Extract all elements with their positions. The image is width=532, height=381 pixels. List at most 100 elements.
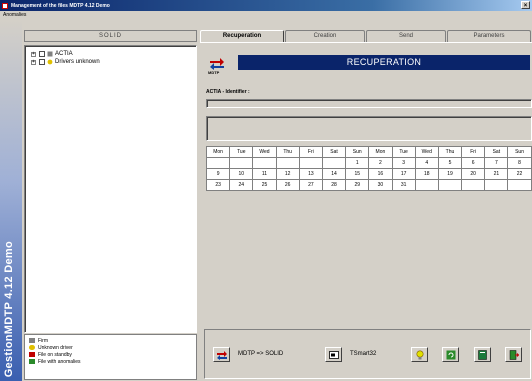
calendar-day-cell[interactable]: 13: [298, 168, 323, 180]
legend-item-file-standby: File on standby: [29, 351, 192, 358]
recuperation-banner: RECUPERATION: [238, 55, 530, 70]
calendar-week-row: 23 24 25 26 27 28 29 30 31: [205, 179, 532, 191]
calendar-day-cell[interactable]: 18: [414, 168, 439, 180]
calendar-day-cell[interactable]: [507, 179, 532, 191]
tree-node-label: Drivers unknown: [55, 59, 100, 65]
refresh-button[interactable]: [442, 347, 459, 362]
calendar-day-cell[interactable]: 10: [229, 168, 254, 180]
calendar-day-cell[interactable]: 29: [345, 179, 370, 191]
file-anomalies-icon: [29, 359, 35, 364]
calendar-week-row: 9 10 11 12 13 14 15 16 17 18 19 20 21 22: [205, 168, 532, 180]
exit-button[interactable]: [505, 347, 522, 362]
calendar-day-cell[interactable]: [437, 179, 463, 191]
expand-icon[interactable]: +: [31, 51, 36, 57]
weekday-header: Fri: [461, 146, 486, 158]
solid-tree[interactable]: + ACTIA + Drivers unknown: [24, 45, 197, 333]
tsmart-label: TSmart32: [350, 351, 377, 357]
weekday-header: Tue: [229, 146, 254, 158]
mdtp-logo: MDTP: [208, 57, 226, 77]
calendar-day-cell[interactable]: 3: [391, 157, 416, 169]
file-standby-icon: [29, 352, 35, 357]
calendar-day-cell[interactable]: 15: [345, 168, 370, 180]
calendar-day-cell[interactable]: 27: [298, 179, 323, 191]
unknown-driver-icon: [29, 345, 35, 350]
calendar-day-cell[interactable]: [321, 157, 347, 169]
weekday-header: Thu: [275, 146, 300, 158]
calendar-day-cell[interactable]: 4: [414, 157, 439, 169]
calendar-day-cell[interactable]: 30: [368, 179, 393, 191]
tab-send[interactable]: Send: [366, 30, 446, 42]
calendar-day-cell[interactable]: 28: [321, 179, 347, 191]
calendar-day-cell[interactable]: [205, 157, 231, 169]
tab-recuperation[interactable]: Recuperation: [200, 30, 284, 42]
identifier-label: ACTIA - Identifier :: [206, 89, 250, 95]
calendar-grid[interactable]: Mon Tue Wed Thu Fri Sat Sun Mon Tue Wed …: [205, 146, 532, 191]
calendar-day-cell[interactable]: [484, 179, 509, 191]
calendar-day-cell[interactable]: 7: [484, 157, 509, 169]
legend-label: File on standby: [38, 351, 72, 358]
legend-label: File with anomalies: [38, 358, 81, 365]
expand-icon[interactable]: +: [31, 59, 36, 65]
calendar-day-cell[interactable]: 20: [461, 168, 486, 180]
legend-label: Unknown driver: [38, 344, 73, 351]
window-title-bar: Management of the files MDTP 4.12 Demo ×: [0, 0, 532, 11]
calendar-day-cell[interactable]: [229, 157, 254, 169]
action-bar: MDTP => SOLID TSmart32: [204, 329, 531, 379]
calendar-day-cell[interactable]: 12: [275, 168, 300, 180]
close-button[interactable]: ×: [521, 1, 530, 9]
weekday-header: Sat: [321, 146, 347, 158]
weekday-header: Wed: [252, 146, 277, 158]
side-banner-text: GestionMDTP 4.12 Demo: [3, 240, 15, 377]
calendar-day-cell[interactable]: 9: [205, 168, 231, 180]
tab-creation[interactable]: Creation: [285, 30, 365, 42]
card-reader-icon: [328, 350, 339, 359]
calendar-day-cell[interactable]: 17: [391, 168, 416, 180]
tsmart-button[interactable]: [325, 347, 342, 362]
weekday-header: Wed: [414, 146, 439, 158]
calendar-day-cell[interactable]: 22: [507, 168, 532, 180]
calendar-day-cell[interactable]: 25: [252, 179, 277, 191]
weekday-header: Fri: [298, 146, 323, 158]
calendar-day-cell[interactable]: 11: [252, 168, 277, 180]
calendar-day-cell[interactable]: 31: [391, 179, 416, 191]
calendar-day-cell[interactable]: 5: [437, 157, 463, 169]
identifier-field[interactable]: [206, 99, 532, 108]
weekday-header: Tue: [391, 146, 416, 158]
calendar-day-cell[interactable]: [298, 157, 323, 169]
book-icon: [478, 349, 487, 360]
calendar-day-cell[interactable]: 19: [437, 168, 463, 180]
calendar-day-cell[interactable]: 26: [275, 179, 300, 191]
calendar-day-cell[interactable]: 8: [507, 157, 532, 169]
exit-door-icon: [509, 349, 519, 360]
calendar-day-cell[interactable]: 16: [368, 168, 393, 180]
mdtp-to-solid-button[interactable]: [213, 347, 230, 362]
recuperation-panel: MDTP RECUPERATION ACTIA - Identifier : M…: [200, 42, 532, 381]
calendar-day-cell[interactable]: [275, 157, 300, 169]
calendar-day-cell[interactable]: [414, 179, 439, 191]
tree-node-drivers-unknown[interactable]: + Drivers unknown: [31, 58, 190, 66]
menu-item-anomalies[interactable]: Anomalies: [3, 12, 26, 18]
calendar-day-cell[interactable]: 14: [321, 168, 347, 180]
driver-button[interactable]: [411, 347, 428, 362]
checkbox-icon[interactable]: [39, 51, 45, 57]
calendar-day-cell[interactable]: 6: [461, 157, 486, 169]
tree-node-actia[interactable]: + ACTIA: [31, 50, 190, 58]
identifier-details-field[interactable]: [206, 116, 532, 141]
calendar-day-cell[interactable]: 21: [484, 168, 509, 180]
book-button[interactable]: [474, 347, 491, 362]
tab-parameters[interactable]: Parameters: [447, 30, 531, 42]
calendar-day-cell[interactable]: [252, 157, 277, 169]
checkbox-icon[interactable]: [39, 59, 45, 65]
calendar-day-cell[interactable]: 2: [368, 157, 393, 169]
calendar-day-cell[interactable]: 23: [205, 179, 231, 191]
weekday-header: Sat: [484, 146, 509, 158]
legend-item-firm: Firm: [29, 337, 192, 344]
calendar-day-cell[interactable]: 24: [229, 179, 254, 191]
refresh-icon: [446, 350, 455, 359]
weekday-header: Sun: [345, 146, 370, 158]
legend-label: Firm: [38, 337, 48, 344]
solid-panel-header[interactable]: SOLID: [24, 30, 197, 42]
calendar-day-cell[interactable]: [461, 179, 486, 191]
side-banner: GestionMDTP 4.12 Demo: [0, 20, 22, 381]
calendar-day-cell[interactable]: 1: [345, 157, 370, 169]
